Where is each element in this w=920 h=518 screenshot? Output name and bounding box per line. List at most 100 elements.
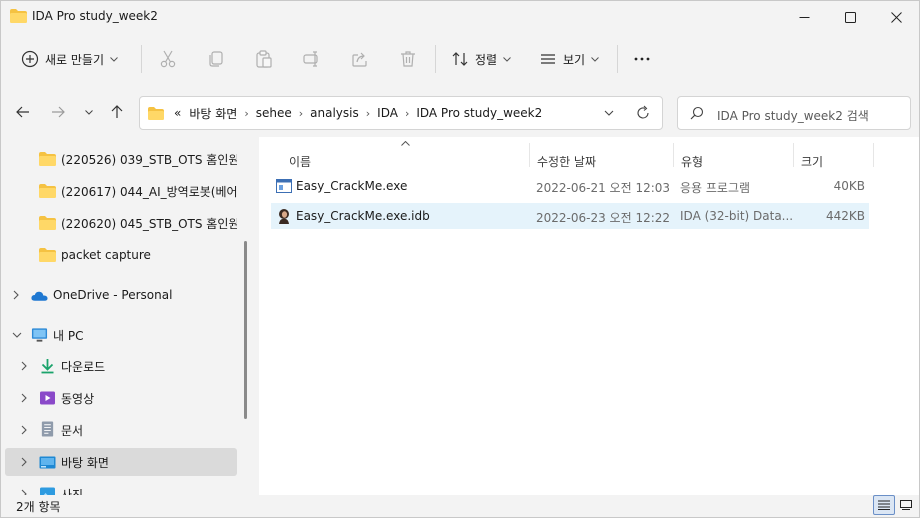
- file-name: Easy_CrackMe.exe: [296, 179, 408, 193]
- chevron-right-icon[interactable]: [21, 361, 27, 371]
- chevron-right-icon[interactable]: [21, 425, 27, 435]
- column-header-size[interactable]: 크기: [801, 153, 823, 170]
- table-row[interactable]: Easy_CrackMe.exe 2022-06-21 오전 12:03 응용 …: [271, 173, 869, 199]
- chevron-right-icon[interactable]: ›: [299, 107, 303, 120]
- nav-scrollbar[interactable]: [244, 241, 247, 419]
- large-icons-view-icon: [900, 500, 912, 510]
- folder-icon: [148, 106, 164, 120]
- cloud-icon: [31, 291, 48, 301]
- breadcrumb-desktop[interactable]: 바탕 화면: [189, 105, 237, 122]
- large-icons-view-button[interactable]: [895, 495, 917, 515]
- file-size: 40KB: [833, 179, 865, 193]
- view-menu-button[interactable]: 보기: [539, 39, 599, 79]
- rename-button[interactable]: [303, 39, 321, 79]
- details-view-button[interactable]: [873, 495, 895, 515]
- nav-item-downloads[interactable]: 다운로드: [5, 352, 237, 380]
- nav-item-folder-220617[interactable]: (220617) 044_AI_방역로봇(베어로: [5, 177, 237, 205]
- minimize-button[interactable]: [781, 1, 827, 33]
- document-icon: [41, 421, 54, 437]
- back-button[interactable]: [12, 101, 34, 123]
- maximize-icon: [844, 11, 856, 23]
- arrow-left-icon: [16, 106, 29, 118]
- column-header-name[interactable]: 이름: [289, 153, 311, 170]
- nav-item-folder-220526[interactable]: (220526) 039_STB_OTS 홈인원(미: [5, 145, 237, 173]
- address-history-button[interactable]: [604, 105, 614, 124]
- column-divider[interactable]: [793, 143, 794, 167]
- breadcrumb-overflow[interactable]: «: [174, 106, 181, 120]
- file-list: 이름 수정한 날짜 유형 크기 Easy_CrackMe.exe 2022-06…: [259, 137, 919, 495]
- video-icon: [40, 391, 55, 405]
- item-count: 2개 항목: [16, 500, 61, 514]
- folder-icon: [39, 184, 56, 198]
- plus-circle-icon: [21, 50, 39, 68]
- nav-item-desktop[interactable]: 바탕 화면: [5, 448, 237, 476]
- nav-item-label: 사진: [61, 487, 84, 496]
- up-button[interactable]: [106, 101, 128, 123]
- nav-item-label: 다운로드: [61, 359, 106, 374]
- close-button[interactable]: [873, 1, 919, 33]
- sort-button[interactable]: 정렬: [451, 39, 511, 79]
- more-icon: [634, 57, 650, 61]
- column-divider[interactable]: [673, 143, 674, 167]
- chevron-down-icon: [591, 56, 599, 62]
- nav-item-onedrive[interactable]: OneDrive - Personal: [5, 281, 237, 309]
- nav-item-videos[interactable]: 동영상: [5, 384, 237, 412]
- chevron-right-icon[interactable]: [21, 393, 27, 403]
- address-bar[interactable]: « 바탕 화면 › sehee › analysis › IDA › IDA P…: [139, 96, 663, 130]
- column-divider[interactable]: [873, 143, 874, 167]
- chevron-right-icon[interactable]: [21, 457, 27, 467]
- nav-item-folder-220620[interactable]: (220620) 045_STB_OTS 홈인원(미: [5, 209, 237, 237]
- column-header-type[interactable]: 유형: [681, 153, 703, 170]
- chevron-down-icon: [85, 109, 93, 115]
- column-header-date[interactable]: 수정한 날짜: [537, 153, 596, 170]
- maximize-button[interactable]: [827, 1, 873, 33]
- chevron-down-icon[interactable]: [12, 332, 22, 338]
- search-input[interactable]: IDA Pro study_week2 검색: [717, 107, 869, 124]
- ida-icon: [279, 209, 289, 224]
- breadcrumb-sehee[interactable]: sehee: [256, 106, 292, 120]
- status-bar: 2개 항목: [1, 495, 919, 517]
- column-divider[interactable]: [529, 143, 530, 167]
- recent-locations-button[interactable]: [78, 101, 100, 123]
- cut-button[interactable]: [159, 39, 177, 79]
- nav-item-this-pc[interactable]: 내 PC: [5, 321, 237, 349]
- breadcrumb-analysis[interactable]: analysis: [310, 106, 359, 120]
- nav-item-label: 문서: [61, 423, 84, 438]
- breadcrumb-ida[interactable]: IDA: [377, 106, 398, 120]
- file-date: 2022-06-23 오전 12:22: [536, 211, 671, 225]
- more-options-button[interactable]: [633, 39, 651, 79]
- cut-icon: [160, 50, 176, 68]
- nav-item-label: OneDrive - Personal: [53, 288, 173, 302]
- share-button[interactable]: [351, 39, 369, 79]
- command-bar: 새로 만들기 정렬 보기: [1, 39, 919, 79]
- nav-item-label: 동영상: [61, 391, 95, 406]
- chevron-down-icon: [604, 110, 614, 116]
- desktop-icon: [39, 456, 56, 469]
- chevron-right-icon[interactable]: [13, 290, 19, 300]
- search-box[interactable]: IDA Pro study_week2 검색: [677, 96, 911, 130]
- chevron-right-icon[interactable]: ›: [405, 107, 409, 120]
- toolbar-divider: [617, 45, 618, 73]
- nav-item-pictures[interactable]: 사진: [5, 480, 237, 495]
- new-button[interactable]: 새로 만들기: [21, 39, 118, 79]
- forward-button[interactable]: [47, 101, 69, 123]
- exe-icon: [276, 179, 292, 193]
- refresh-button[interactable]: [636, 105, 650, 124]
- nav-item-label: (220620) 045_STB_OTS 홈인원(미: [61, 216, 237, 231]
- minimize-icon: [799, 16, 809, 18]
- nav-item-packet-capture[interactable]: packet capture: [5, 241, 237, 269]
- copy-button[interactable]: [207, 39, 225, 79]
- sort-icon: [452, 52, 468, 66]
- refresh-icon: [637, 105, 649, 119]
- explorer-window: IDA Pro study_week2 새로 만들기 정렬 보기 « 바탕 화면…: [0, 0, 920, 518]
- paste-button[interactable]: [255, 39, 273, 79]
- delete-button[interactable]: [399, 39, 417, 79]
- table-row[interactable]: Easy_CrackMe.exe.idb 2022-06-23 오전 12:22…: [271, 203, 869, 229]
- arrow-right-icon: [52, 106, 65, 118]
- chevron-right-icon[interactable]: ›: [366, 107, 370, 120]
- breadcrumb: « 바탕 화면 › sehee › analysis › IDA › IDA P…: [148, 97, 546, 129]
- file-type: IDA (32-bit) Data...: [680, 209, 794, 223]
- chevron-right-icon[interactable]: ›: [244, 107, 248, 120]
- breadcrumb-current[interactable]: IDA Pro study_week2: [416, 106, 542, 120]
- nav-item-documents[interactable]: 문서: [5, 416, 237, 444]
